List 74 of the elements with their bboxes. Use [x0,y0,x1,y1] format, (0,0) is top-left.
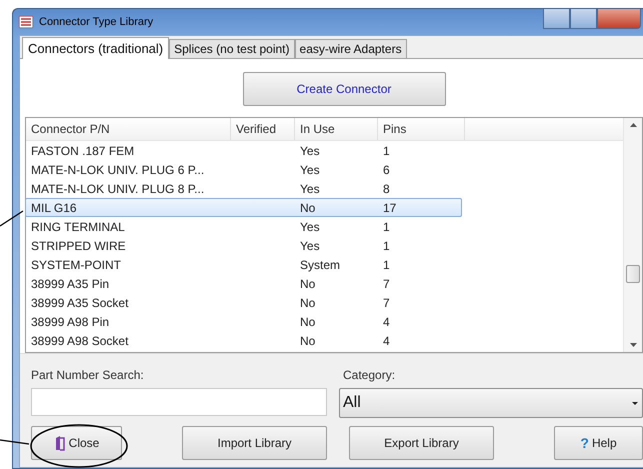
scroll-down-icon[interactable] [630,343,636,347]
minimize-button[interactable] [543,9,570,29]
category-label: Category: [343,368,396,382]
close-button[interactable]: Close [31,426,122,460]
scroll-up-icon[interactable] [630,123,636,127]
table-cell-text: 4 [382,314,391,328]
help-icon: ? [580,435,589,451]
table-cell-text: 38999 A35 Socket [30,296,130,310]
table-cell-text: No [299,200,316,214]
table-cell-text: 1 [382,144,391,158]
table-row[interactable]: RING TERMINAL Yes 1 [26,217,463,236]
table-cell-text: 1 [382,220,391,234]
table-cell-text: 1 [382,238,391,252]
table-cell-text: Yes [299,144,321,158]
column-header[interactable]: In Use [295,118,378,140]
table-row[interactable]: 38999 A35 Socket No 7 [26,293,463,312]
table-cell-text: 4 [382,334,391,348]
table-cell-text: No [299,296,316,310]
table-cell-text: 7 [382,296,391,310]
scroll-thumb[interactable] [626,265,640,283]
tab[interactable]: easy-wire Adapters [294,39,407,58]
leader-line [0,210,24,226]
tab[interactable]: Splices (no test point) [169,39,295,58]
window-title: Connector Type Library [39,16,154,28]
close-window-button[interactable] [597,9,641,29]
leader-line [0,439,30,445]
tab[interactable]: Connectors (traditional) [22,37,170,59]
category-dropdown[interactable]: All [339,388,643,418]
create-connector-button[interactable]: Create Connector [242,72,446,106]
table-cell-text: 17 [382,200,398,214]
table-row[interactable]: 38999 A98 Socket No 4 [26,331,463,350]
table-cell-text: MATE-N-LOK UNIV. PLUG 6 P... [30,162,206,176]
library-button[interactable]: Export Library [349,426,494,460]
column-header[interactable]: Verified [231,118,295,140]
library-button[interactable]: Import Library [182,426,327,460]
part-number-search-field[interactable] [31,388,327,416]
maximize-button[interactable] [570,9,597,29]
table-row[interactable]: STRIPPED WIRE Yes 1 [26,236,463,255]
column-header[interactable]: Connector P/N [26,118,231,140]
table-cell-text: No [299,276,316,290]
table-row[interactable]: SYSTEM-POINT System 1 [26,255,463,274]
table-cell-text: Yes [299,238,321,252]
search-label: Part Number Search: [31,368,145,382]
table-cell-text: No [299,314,316,328]
table-cell-text: 6 [382,162,391,176]
column-header[interactable]: Pins [378,118,465,140]
app-icon [19,16,33,28]
table-cell-text: Yes [299,162,321,176]
table-cell-text: 38999 A98 Socket [30,334,130,348]
table-row[interactable]: FASTON .187 FEM Yes 1 [26,141,463,160]
table-cell-text: RING TERMINAL [30,220,126,234]
table-row[interactable]: 38999 A35 Pin No 7 [26,274,463,293]
help-button[interactable]: ? Help [554,426,643,460]
table-cell-text: System [299,258,342,272]
table-cell-text: 8 [382,182,391,196]
table-cell-text: MATE-N-LOK UNIV. PLUG 8 P... [30,182,206,196]
dropdown-arrow-icon [632,402,638,404]
table-cell-text: 38999 A98 Pin [30,314,110,328]
table-cell-text: STRIPPED WIRE [30,238,127,252]
table-row[interactable]: 38999 A98 Pin No 4 [26,312,463,331]
table-cell-text: No [299,334,316,348]
table-cell-text: Yes [299,182,321,196]
table-cell-text: 38999 A35 Pin [30,276,110,290]
table-cell-text: 7 [382,276,391,290]
table-row[interactable]: MATE-N-LOK UNIV. PLUG 6 P... Yes 6 [26,160,463,179]
table-row[interactable]: MIL G16 No 17 [25,198,462,217]
table-cell-text: 1 [382,258,391,272]
exit-door-icon [54,435,66,451]
scrollbar[interactable] [623,118,642,352]
table-cell-text: FASTON .187 FEM [30,144,136,158]
table-cell-text: MIL G16 [30,200,78,214]
table-cell-text: SYSTEM-POINT [30,258,122,272]
table-row[interactable]: MATE-N-LOK UNIV. PLUG 8 P... Yes 8 [26,179,463,198]
table-cell-text: Yes [299,220,321,234]
